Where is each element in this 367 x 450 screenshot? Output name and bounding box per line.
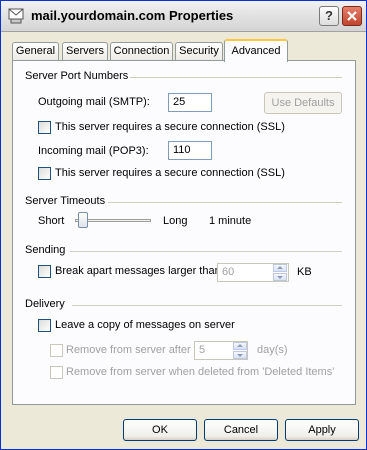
remove-deleted-checkbox[interactable] xyxy=(50,366,63,379)
spin-up-icon[interactable] xyxy=(273,264,287,272)
divider xyxy=(72,305,342,306)
remove-days-spinner[interactable] xyxy=(233,342,247,359)
tab-general[interactable]: General xyxy=(12,42,59,60)
section-server-port-numbers: Server Port Numbers xyxy=(25,70,129,82)
smtp-ssl-checkbox[interactable] xyxy=(38,121,51,134)
timeout-long-label: Long xyxy=(163,215,188,227)
remove-deleted-label[interactable]: Remove from server when deleted from 'De… xyxy=(66,366,334,378)
help-icon: ? xyxy=(325,8,333,23)
spin-down-icon[interactable] xyxy=(233,351,247,359)
remove-after-checkbox[interactable] xyxy=(50,344,63,357)
divider xyxy=(108,202,342,203)
break-size-spinner[interactable] xyxy=(273,264,287,281)
smtp-ssl-label[interactable]: This server requires a secure connection… xyxy=(55,121,285,133)
cancel-button[interactable]: Cancel xyxy=(204,419,278,441)
section-sending: Sending xyxy=(25,244,66,256)
break-apart-label[interactable]: Break apart messages larger than xyxy=(55,265,221,277)
window-title: mail.yourdomain.com Properties xyxy=(31,8,234,23)
timeout-value: 1 minute xyxy=(209,215,252,227)
apply-button[interactable]: Apply xyxy=(285,419,359,441)
spin-down-icon[interactable] xyxy=(273,273,287,281)
section-delivery: Delivery xyxy=(25,298,65,310)
timeout-short-label: Short xyxy=(38,215,65,227)
spin-up-icon[interactable] xyxy=(233,342,247,350)
pop3-ssl-checkbox[interactable] xyxy=(38,167,51,180)
title-bar[interactable]: mail.yourdomain.com Properties ? xyxy=(1,1,366,32)
pop3-ssl-label[interactable]: This server requires a secure connection… xyxy=(55,167,285,179)
outgoing-mail-label: Outgoing mail (SMTP): xyxy=(38,96,150,108)
close-button[interactable] xyxy=(342,6,362,26)
smtp-port-input[interactable]: 25 xyxy=(168,93,212,112)
close-icon xyxy=(347,11,357,21)
advanced-panel: Server Port Numbers Outgoing mail (SMTP)… xyxy=(12,60,356,405)
ok-button[interactable]: OK xyxy=(123,419,197,441)
help-button[interactable]: ? xyxy=(319,6,339,26)
tab-connection[interactable]: Connection xyxy=(110,42,173,60)
remove-after-label[interactable]: Remove from server after xyxy=(66,344,191,356)
divider xyxy=(130,77,342,78)
leave-copy-label[interactable]: Leave a copy of messages on server xyxy=(55,319,235,331)
divider xyxy=(70,251,342,252)
section-server-timeouts: Server Timeouts xyxy=(25,195,106,207)
tab-advanced[interactable]: Advanced xyxy=(224,39,288,62)
size-unit-label: KB xyxy=(297,266,312,278)
properties-dialog: mail.yourdomain.com Properties ? General… xyxy=(0,0,367,450)
use-defaults-button[interactable]: Use Defaults xyxy=(264,92,342,114)
mail-server-icon xyxy=(8,8,24,24)
pop3-port-input[interactable]: 110 xyxy=(168,141,212,160)
tab-security[interactable]: Security xyxy=(175,42,223,60)
timeout-slider-thumb[interactable] xyxy=(78,212,89,228)
break-apart-checkbox[interactable] xyxy=(38,265,51,278)
leave-copy-checkbox[interactable] xyxy=(38,319,51,332)
tab-servers[interactable]: Servers xyxy=(62,42,108,60)
incoming-mail-label: Incoming mail (POP3): xyxy=(38,145,149,157)
days-unit-label: day(s) xyxy=(257,344,288,356)
